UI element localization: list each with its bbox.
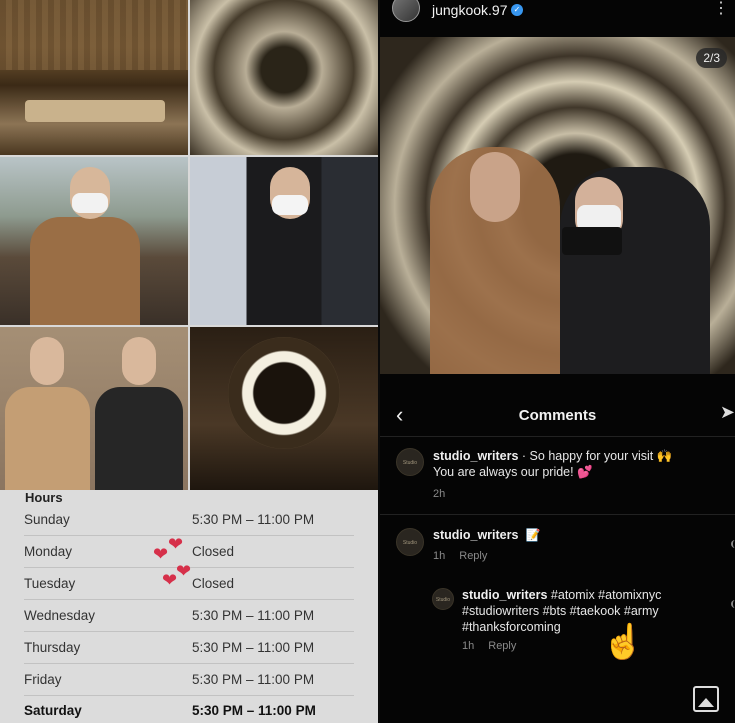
heart-icon: ❤ — [168, 534, 184, 554]
time-value: Closed — [192, 576, 235, 591]
comment-username[interactable]: studio_writers — [433, 528, 518, 542]
avatar[interactable] — [392, 0, 420, 22]
day-label: Monday — [24, 544, 73, 559]
comment-text-line2: #studiowriters #bts #taekook #army — [462, 604, 659, 618]
time-value: 5:30 PM – 11:00 PM — [192, 672, 315, 687]
comment-text-line3: #thanksforcoming — [462, 620, 561, 634]
day-label: Saturday — [24, 703, 82, 718]
hours-row: Sunday 5:30 PM – 11:00 PM — [24, 505, 354, 536]
photo-restaurant-interior — [0, 0, 188, 155]
divider — [380, 514, 735, 515]
comment-body: studio_writers · So happy for your visit… — [433, 448, 672, 480]
reply-button[interactable]: Reply — [459, 550, 487, 562]
time-value: Closed — [192, 544, 235, 559]
commenter-avatar[interactable]: Studio Writers — [432, 588, 454, 610]
time-value: 5:30 PM – 11:00 PM — [192, 640, 315, 655]
instagram-post-panel: jungkook.97 ✓ ⋮ 2/3 ‹ Comments ➤ Studio … — [380, 0, 735, 723]
send-icon[interactable]: ➤ — [720, 402, 735, 423]
divider — [380, 436, 735, 437]
time-value: 5:30 PM – 11:00 PM — [192, 703, 316, 718]
more-options-icon[interactable]: ⋮ — [713, 0, 729, 18]
hours-row: Wednesday 5:30 PM – 11:00 PM — [24, 601, 354, 632]
comment-text: · So happy for your visit 🙌 — [521, 449, 673, 463]
comment-text: #atomix #atomixnyc — [550, 588, 662, 602]
time-value: 5:30 PM – 11:00 PM — [192, 608, 315, 623]
heart-icon: ❤ — [153, 544, 169, 564]
time-value: 5:30 PM – 11:00 PM — [192, 512, 315, 527]
photo-circular-lamp — [190, 327, 378, 490]
comment-body: studio_writers 📝 — [433, 527, 541, 543]
hours-row: Friday 5:30 PM – 11:00 PM — [24, 665, 354, 696]
post-username[interactable]: jungkook.97 — [432, 2, 508, 18]
photo-event-person — [190, 157, 378, 325]
carousel-counter: 2/3 — [696, 48, 727, 68]
pointing-up-icon: ☝ — [602, 623, 645, 661]
post-image[interactable] — [380, 37, 735, 374]
side-handle — [731, 540, 735, 548]
commenter-avatar[interactable]: Studio Writers — [396, 448, 424, 476]
hearts-icon: 💕 — [577, 465, 593, 479]
image-gallery-icon[interactable] — [693, 686, 719, 712]
photo-two-people — [0, 327, 188, 490]
comments-title: Comments — [518, 407, 597, 424]
memo-icon: 📝 — [525, 528, 541, 542]
day-label: Tuesday — [24, 576, 76, 591]
day-label: Thursday — [24, 640, 81, 655]
comment-meta: 1h Reply — [462, 640, 516, 652]
photo-mirror-selfie — [190, 0, 378, 155]
heart-icon: ❤ — [162, 570, 178, 590]
comment-time: 1h — [433, 550, 446, 562]
hours-title: Hours — [25, 490, 63, 505]
comment-time: 1h — [462, 640, 475, 652]
verified-badge-icon: ✓ — [511, 4, 523, 16]
comment-username[interactable]: studio_writers — [462, 588, 547, 602]
side-handle — [731, 600, 735, 608]
reply-button[interactable]: Reply — [488, 640, 516, 652]
hours-row: Saturday 5:30 PM – 11:00 PM — [24, 696, 354, 723]
comment-text-line2: You are always our pride! — [433, 465, 578, 479]
heart-icon: ❤ — [176, 561, 192, 581]
day-label: Wednesday — [24, 608, 96, 623]
photo-event-crowd — [0, 157, 188, 325]
comment-time: 2h — [433, 488, 446, 500]
comment-meta: 1h Reply — [433, 550, 487, 562]
commenter-avatar[interactable]: Studio Writers — [396, 528, 424, 556]
comment-username[interactable]: studio_writers — [433, 449, 518, 463]
hours-row: Thursday 5:30 PM – 11:00 PM — [24, 633, 354, 664]
day-label: Sunday — [24, 512, 70, 527]
day-label: Friday — [24, 672, 62, 687]
opening-hours-panel: Hours Sunday 5:30 PM – 11:00 PM Monday C… — [0, 490, 378, 723]
